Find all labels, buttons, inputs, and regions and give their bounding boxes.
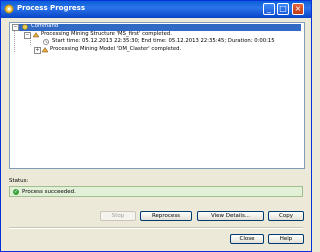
tree-node-model[interactable]: + Processing Mining Model 'DM_Claster' c…: [10, 46, 302, 54]
reprocess-button[interactable]: Reprocess: [140, 211, 192, 221]
clock-icon: [43, 39, 49, 45]
progress-tree[interactable]: − Command − Processing Mining Structure …: [9, 22, 305, 169]
tree-label-model: Processing Mining Model 'DM_Claster' com…: [50, 46, 182, 52]
maximize-button[interactable]: □: [277, 3, 289, 15]
separator: [9, 227, 303, 229]
close-icon: ×: [294, 4, 302, 13]
tree-node-timing[interactable]: Start time: 05.12.2013 22:35:30; End tim…: [10, 38, 302, 45]
command-icon: [22, 24, 28, 30]
mining-model-icon: [42, 47, 48, 53]
tree-node-structure[interactable]: − Processing Mining Structure 'MS_first'…: [10, 31, 302, 39]
minimize-icon: _: [267, 4, 271, 13]
title-bar[interactable]: Process Progress _ □ ×: [1, 1, 311, 18]
selection-highlight: [19, 24, 301, 31]
status-box: ✓ Process succeeded.: [9, 186, 303, 197]
collapse-icon[interactable]: −: [12, 24, 19, 31]
help-button[interactable]: Help: [268, 234, 304, 244]
gear-process-icon: [4, 4, 14, 14]
success-check-icon: ✓: [13, 189, 19, 195]
minimize-button[interactable]: _: [263, 3, 275, 15]
process-progress-window: Process Progress _ □ × − Command − Proce…: [0, 0, 312, 252]
maximize-icon: □: [279, 4, 287, 13]
tree-label-structure: Processing Mining Structure 'MS_first' c…: [41, 31, 172, 37]
close-button[interactable]: Close: [230, 234, 264, 244]
copy-button[interactable]: Copy: [268, 211, 304, 221]
status-text: Process succeeded.: [22, 188, 76, 195]
tree-node-command[interactable]: − Command: [10, 23, 302, 31]
window-title: Process Progress: [17, 4, 85, 12]
close-window-button[interactable]: ×: [292, 3, 304, 15]
tree-label-command: Command: [31, 23, 59, 29]
tree-label-timing: Start time: 05.12.2013 22:35:30; End tim…: [52, 38, 275, 44]
expand-icon[interactable]: +: [34, 47, 41, 54]
view-details-button[interactable]: View Details...: [197, 211, 264, 221]
status-label: Status:: [9, 178, 29, 184]
stop-button[interactable]: Stop: [100, 211, 136, 221]
